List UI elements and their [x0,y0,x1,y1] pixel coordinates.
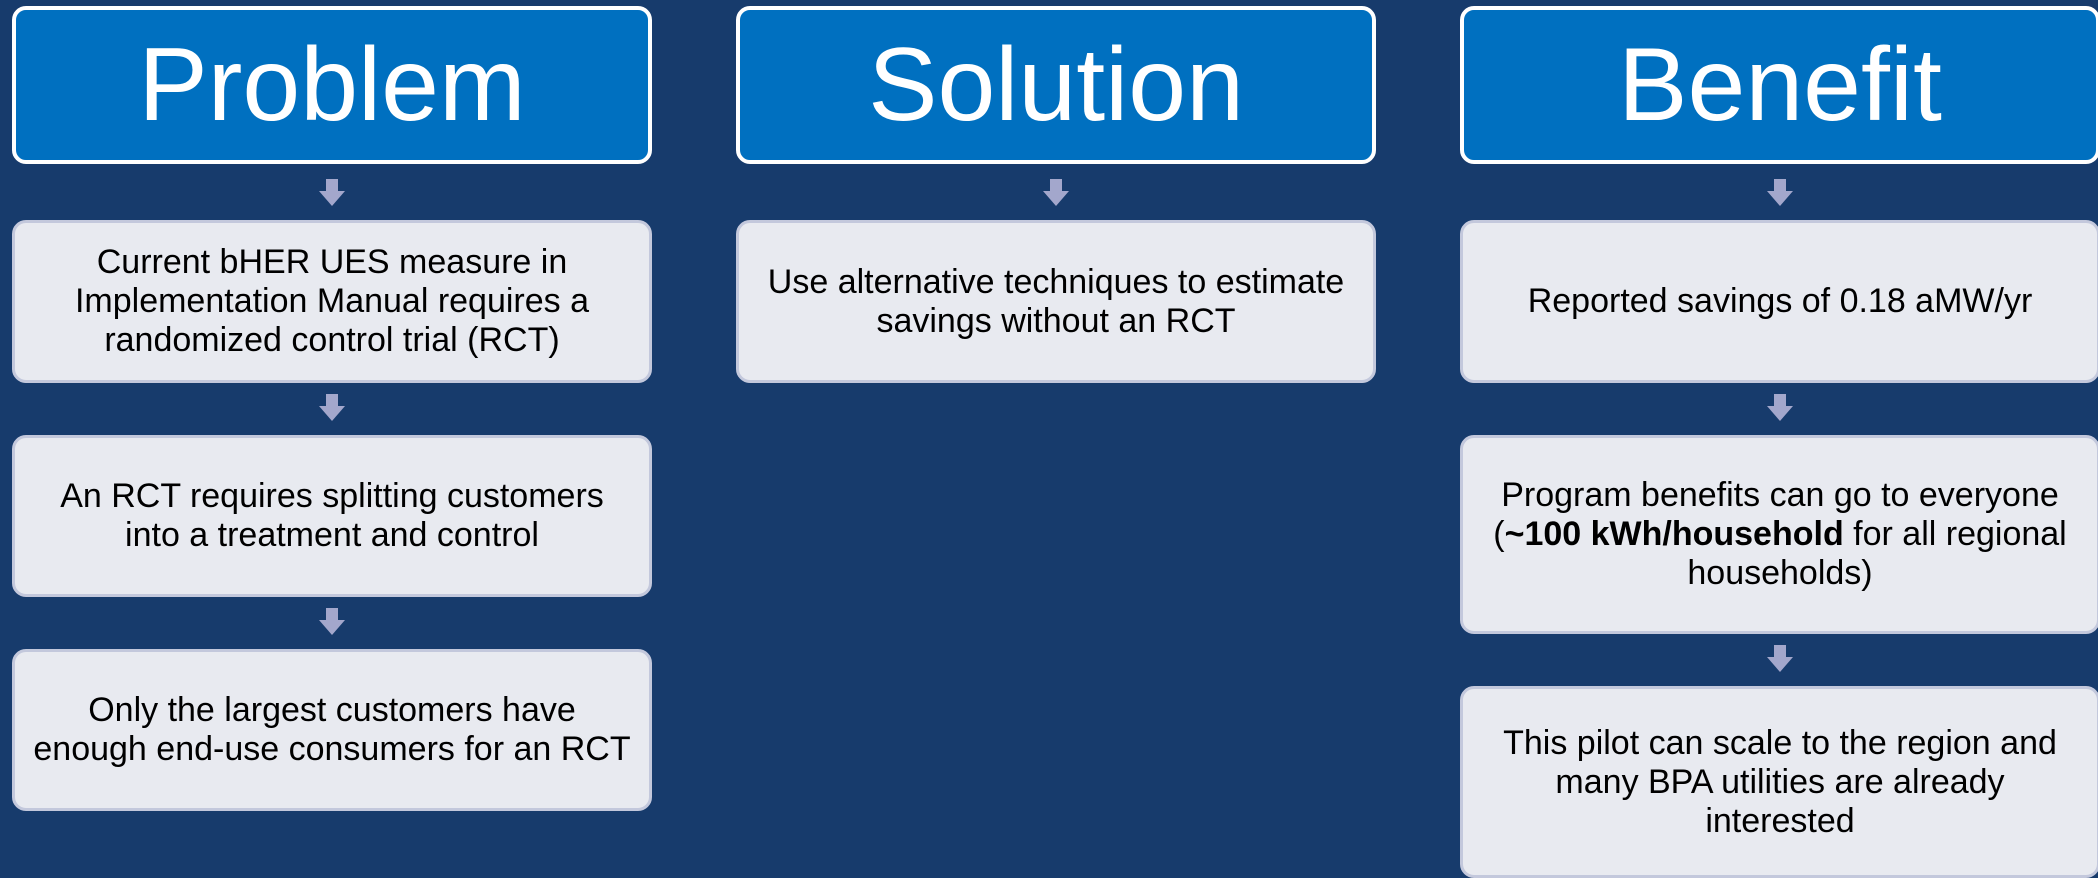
solution-header: Solution [736,6,1376,164]
benefit-box-2-text: Program benefits can go to everyone (~10… [1479,476,2081,593]
down-arrow-icon [317,178,347,208]
benefit-box-1-text: Reported savings of 0.18 aMW/yr [1527,282,2033,320]
down-arrow-icon [317,393,347,423]
problem-box-2: An RCT requires splitting customers into… [12,435,652,597]
benefit-box-2: Program benefits can go to everyone (~10… [1460,435,2098,634]
problem-header: Problem [12,6,652,164]
benefit-header: Benefit [1460,6,2098,164]
problem-box-1-text: Current bHER UES measure in Implementati… [74,243,590,359]
benefit-box-2-text-bold: ~100 kWh/household [1504,515,1844,553]
down-arrow-icon [1765,178,1795,208]
solution-box-1-text: Use alternative techniques to estimate s… [767,262,1345,340]
problem-box-1: Current bHER UES measure in Implementati… [12,220,652,383]
down-arrow-icon [1765,644,1795,674]
benefit-box-3: This pilot can scale to the region and m… [1460,686,2098,878]
problem-box-3: Only the largest customers have enough e… [12,649,652,811]
down-arrow-icon [317,607,347,637]
down-arrow-icon [1041,178,1071,208]
problem-box-3-text: Only the largest customers have enough e… [33,691,631,768]
down-arrow-icon [1765,393,1795,423]
benefit-box-3-text: This pilot can scale to the region and m… [1503,723,2057,840]
benefit-box-1: Reported savings of 0.18 aMW/yr [1460,220,2098,383]
solution-box-1: Use alternative techniques to estimate s… [736,220,1376,383]
problem-box-2-text: An RCT requires splitting customers into… [60,477,604,554]
